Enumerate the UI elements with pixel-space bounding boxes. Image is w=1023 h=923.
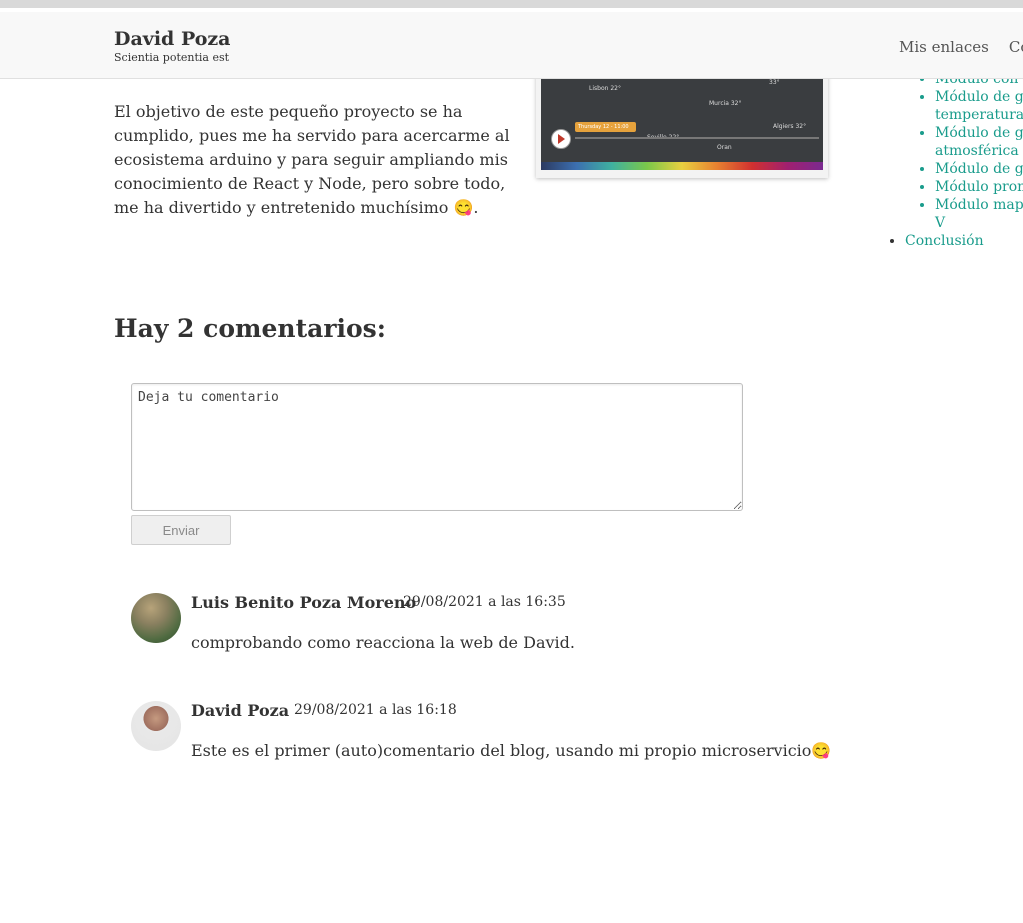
avatar [131,701,181,751]
map-city-label: Lisbon 22° [589,85,621,92]
comments-heading: Hay 2 comentarios: [114,314,386,343]
map-city-label: Murcia 32° [709,100,742,107]
send-comment-button[interactable]: Enviar [131,515,231,545]
site-brand-link[interactable]: David Poza Scientia potentia est [114,28,231,64]
site-tagline: Scientia potentia est [114,51,230,64]
comment-date: 29/08/2021 a las 16:35 [403,594,566,610]
map-city-label: Algiers 32° [773,123,807,130]
main-nav: Mis enlaces Co [899,38,1023,56]
toc-item[interactable]: Módulo de gráf temperatura [935,88,1023,124]
site-header: David Poza Scientia potentia est Mis enl… [0,12,1023,79]
comment-date: 29/08/2021 a las 16:18 [294,702,457,718]
comment-text: comprobando como reacciona la web de Dav… [191,633,575,652]
site-title: David Poza [114,28,231,50]
map-city-label: Oran [717,144,732,151]
toc-sublist-wrapper: Módulo con ta Módulo de gráf temperatura… [920,70,1023,232]
comment-text: Este es el primer (auto)comentario del b… [191,741,832,760]
comment-textarea[interactable] [131,383,743,511]
table-of-contents: Módulo con ta Módulo de gráf temperatura… [905,70,1023,250]
browser-top-strip [0,0,1023,8]
play-icon[interactable] [551,129,571,149]
nav-item-truncated[interactable]: Co [1009,38,1023,56]
avatar [131,593,181,643]
article-conclusion-text: El objetivo de este pequeño proyecto se … [114,102,510,217]
comment-author: David Poza [191,701,290,720]
map-city-label: 33° [769,79,780,86]
toc-item[interactable]: Módulo de gráf atmosférica [935,124,1023,160]
toc-item[interactable]: Módulo mapa V [935,196,1023,232]
toc-item[interactable]: Módulo pronós [935,178,1023,196]
map-timeline[interactable] [575,137,819,139]
nav-item-mis-enlaces[interactable]: Mis enlaces [899,38,989,56]
map-color-scale [541,162,823,170]
toc-item-conclusion[interactable]: Conclusión [905,232,1023,250]
map-date-badge: Thursday 12 - 11:00 [575,122,636,132]
comment-author: Luis Benito Poza Moreno [191,593,417,612]
toc-item[interactable]: Módulo de gráf [935,160,1023,178]
